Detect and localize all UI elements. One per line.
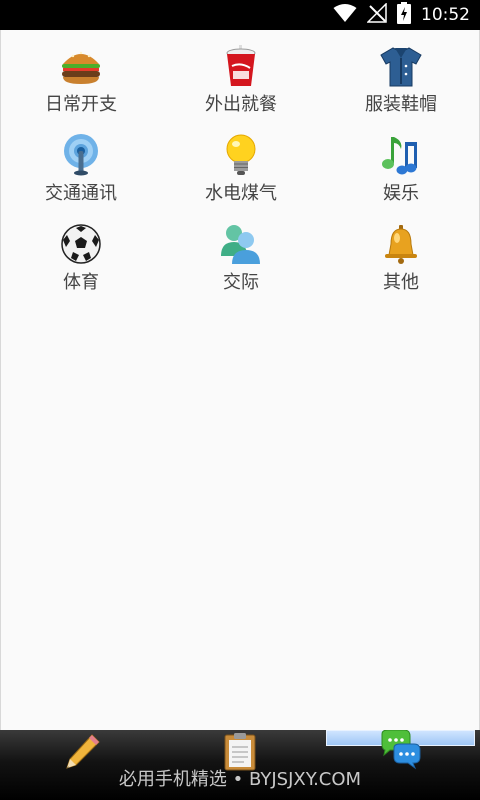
category-sports[interactable]: 体育 — [1, 218, 161, 302]
category-label: 体育 — [63, 272, 99, 293]
category-label: 娱乐 — [383, 183, 419, 204]
hamburger-icon — [1, 44, 161, 88]
people-icon — [161, 222, 321, 266]
antenna-icon — [1, 133, 161, 177]
category-other[interactable]: 其他 — [321, 218, 480, 302]
bottom-tab-bar: 必用手机精选 • BYJSJXY.COM — [0, 730, 480, 800]
no-signal-icon — [366, 2, 387, 27]
category-label: 其他 — [383, 272, 419, 293]
category-label: 交通通讯 — [45, 183, 117, 204]
category-label: 日常开支 — [45, 94, 117, 115]
status-bar: 10:52 — [0, 0, 480, 30]
category-label: 外出就餐 — [205, 94, 277, 115]
category-dining-out[interactable]: 外出就餐 — [161, 40, 321, 124]
category-label: 服装鞋帽 — [365, 94, 437, 115]
category-label: 交际 — [223, 272, 259, 293]
status-time: 10:52 — [421, 5, 470, 25]
music-note-icon — [321, 133, 480, 177]
bell-icon — [321, 222, 480, 266]
watermark-text: 必用手机精选 • BYJSJXY.COM — [118, 769, 362, 790]
category-grid-panel: 日常开支 外出就餐 服装鞋帽 交通通讯 水电煤气 娱乐 体育 交际 其他 — [0, 30, 480, 730]
category-social[interactable]: 交际 — [161, 218, 321, 302]
category-label: 水电煤气 — [205, 183, 277, 204]
battery-charging-icon — [397, 2, 411, 28]
category-daily-expenses[interactable]: 日常开支 — [1, 40, 161, 124]
soccer-ball-icon — [1, 222, 161, 266]
category-utilities[interactable]: 水电煤气 — [161, 129, 321, 213]
category-clothing[interactable]: 服装鞋帽 — [321, 40, 480, 124]
category-entertainment[interactable]: 娱乐 — [321, 129, 480, 213]
category-transport-comm[interactable]: 交通通讯 — [1, 129, 161, 213]
shirt-icon — [321, 44, 480, 88]
wifi-icon — [333, 3, 357, 27]
lightbulb-icon — [161, 133, 321, 177]
soda-cup-icon — [161, 44, 321, 88]
